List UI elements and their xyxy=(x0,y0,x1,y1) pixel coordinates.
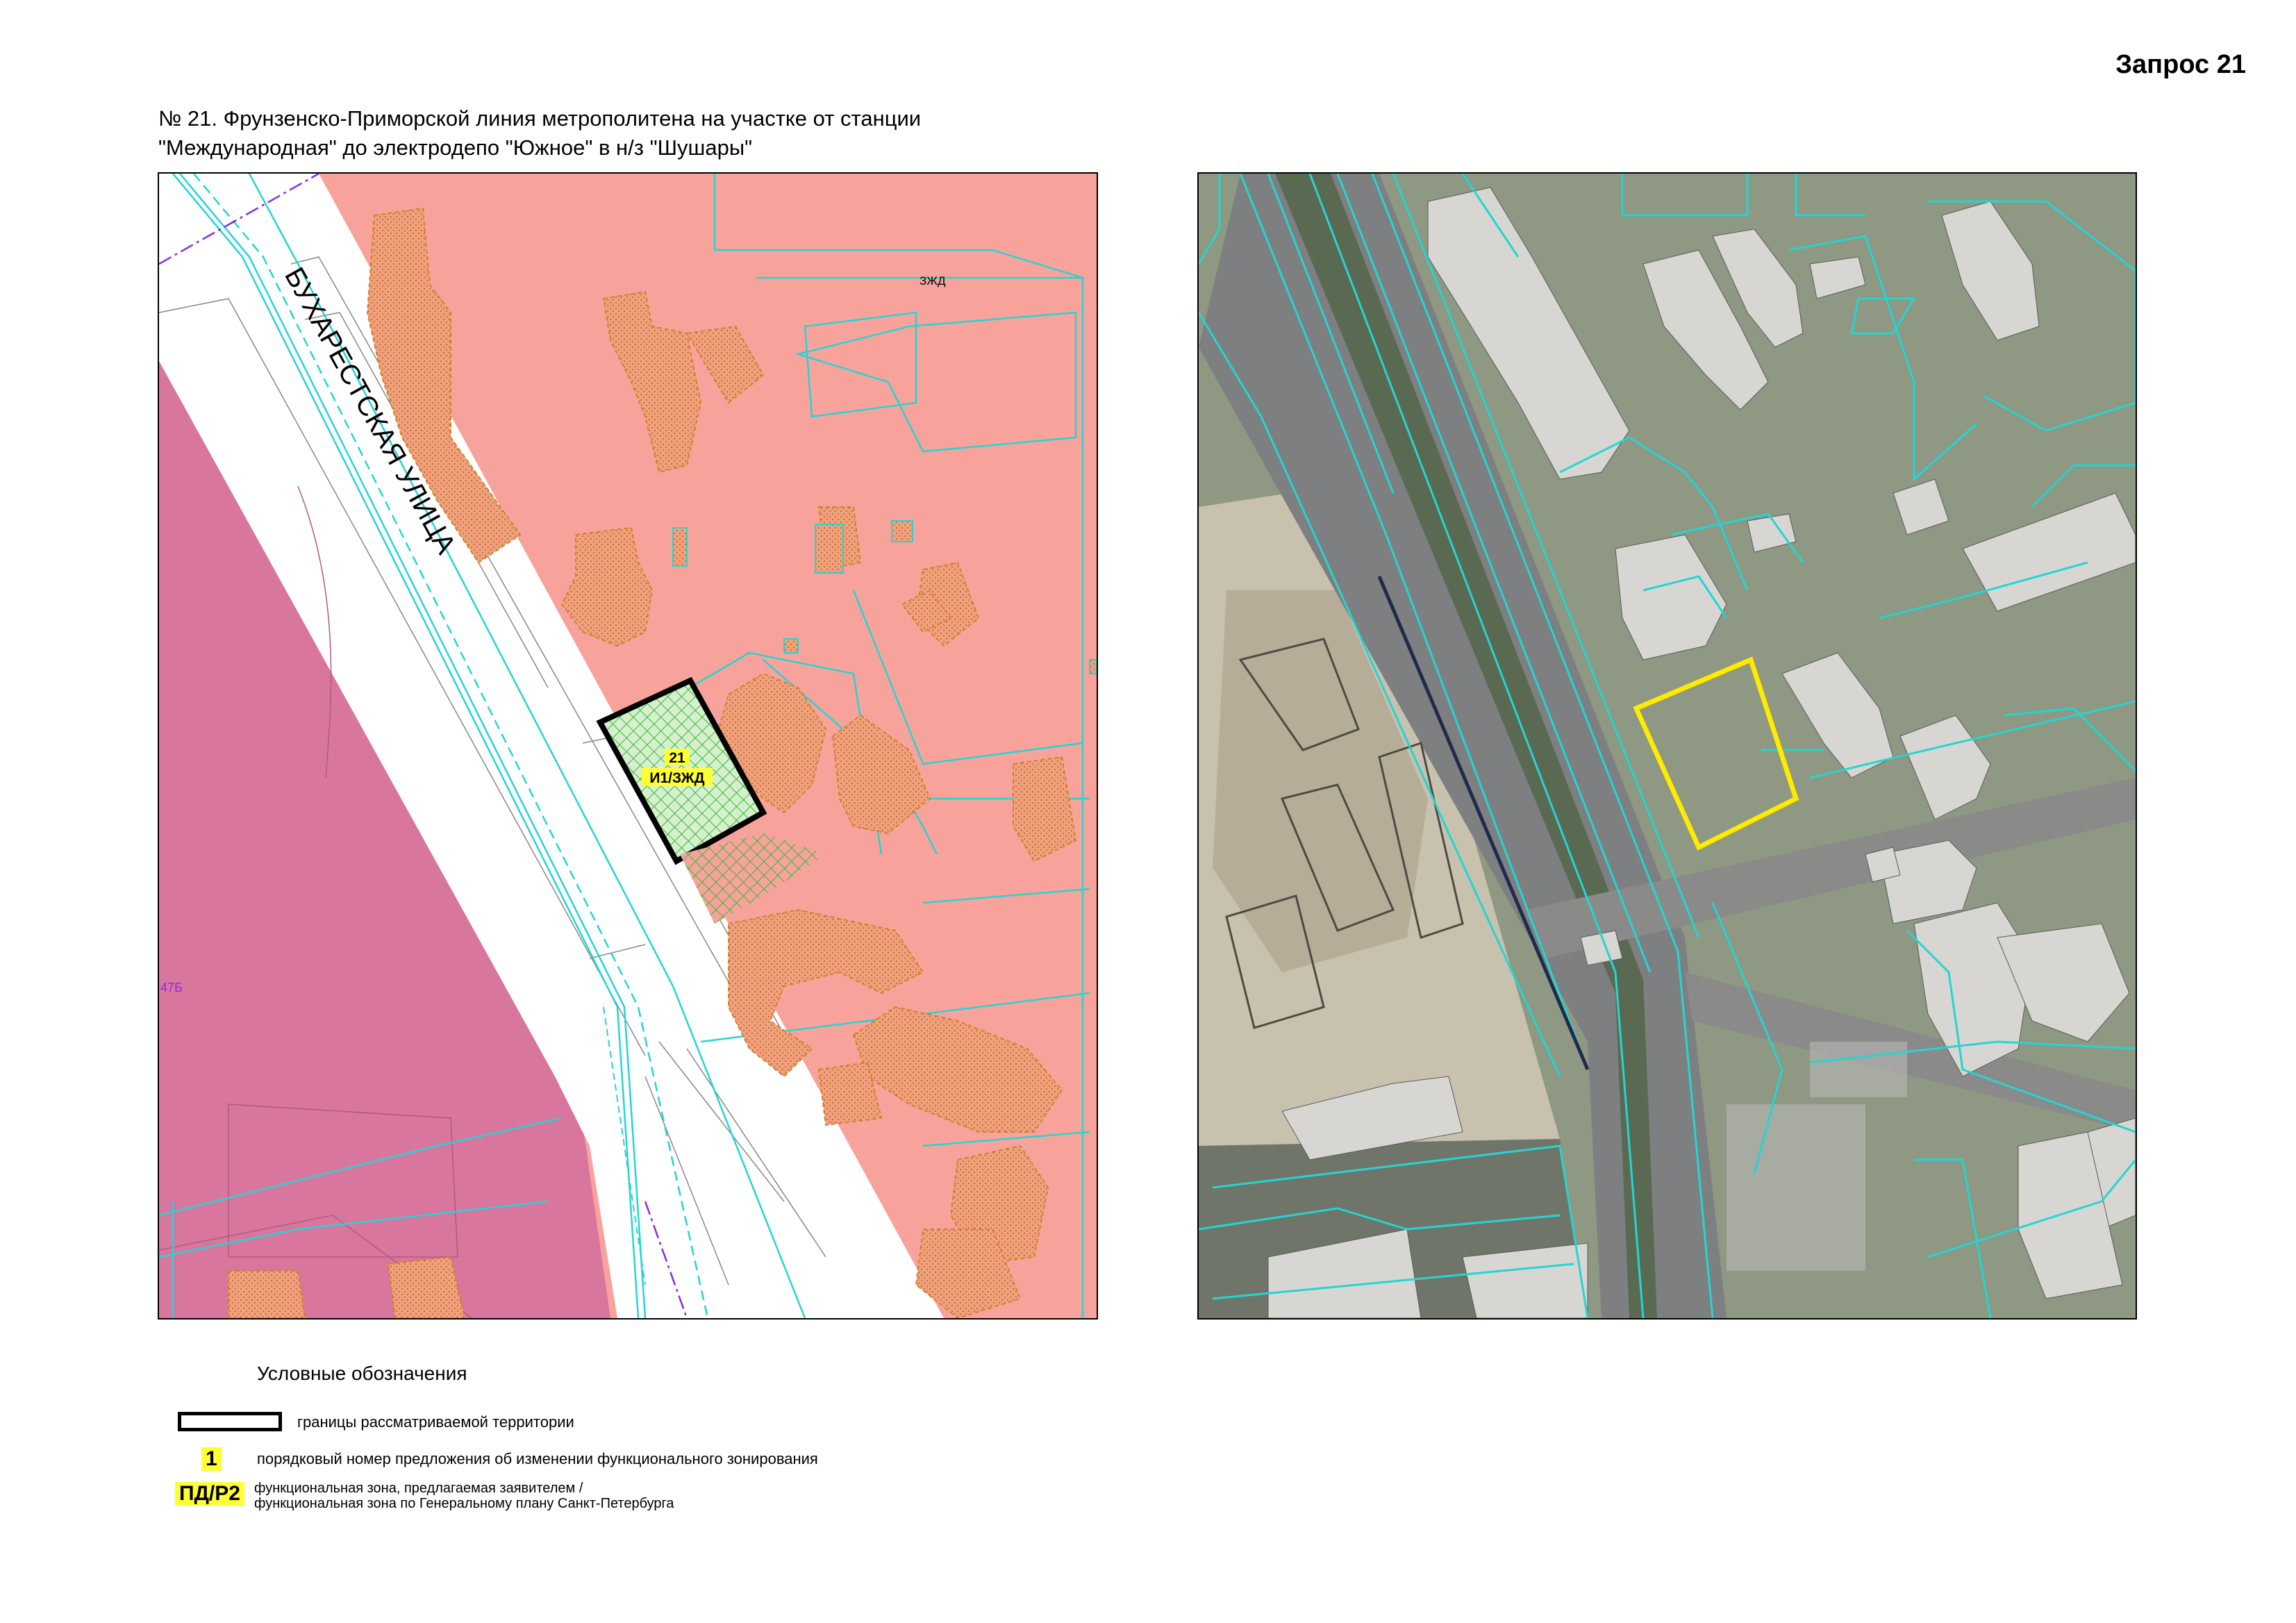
legend-number-text: порядковый номер предложения об изменени… xyxy=(257,1450,818,1467)
legend-boundary-sample xyxy=(178,1412,282,1431)
zoning-map[interactable]: БУХАРЕСТСКАЯ УЛИЦА ЗЖД 47Б 21 И1/ЗЖД xyxy=(158,172,1098,1320)
zoning-map-svg: БУХАРЕСТСКАЯ УЛИЦА ЗЖД 47Б 21 И1/ЗЖД xyxy=(159,174,1097,1318)
zone-label-left: 47Б xyxy=(160,981,183,994)
page-title: № 21. Фрунзенско-Приморской линия метроп… xyxy=(158,104,921,163)
legend-number-sample: 1 xyxy=(201,1447,222,1471)
legend-zone-text-2: функциональная зона по Генеральному план… xyxy=(254,1496,674,1511)
aerial-map-svg xyxy=(1199,174,2136,1318)
title-line-2: "Международная" до электродепо "Южное" в… xyxy=(158,135,753,160)
legend-zone-text-1: функциональная зона, предлагаемая заявит… xyxy=(254,1481,583,1496)
request-label: Запрос 21 xyxy=(2115,50,2246,79)
legend-title: Условные обозначения xyxy=(257,1363,467,1384)
zone-label-top: ЗЖД xyxy=(920,274,946,288)
parcel-number: 21 xyxy=(669,750,685,766)
legend-zone-sample: ПД/Р2 xyxy=(175,1482,244,1506)
legend-boundary-text: границы рассматриваемой территории xyxy=(297,1413,574,1431)
title-line-1: № 21. Фрунзенско-Приморской линия метроп… xyxy=(158,106,922,131)
legend-zone-text: функциональная зона, предлагаемая заявит… xyxy=(254,1481,674,1511)
aerial-map[interactable] xyxy=(1197,172,2137,1320)
parcel-zone: И1/ЗЖД xyxy=(649,770,704,786)
